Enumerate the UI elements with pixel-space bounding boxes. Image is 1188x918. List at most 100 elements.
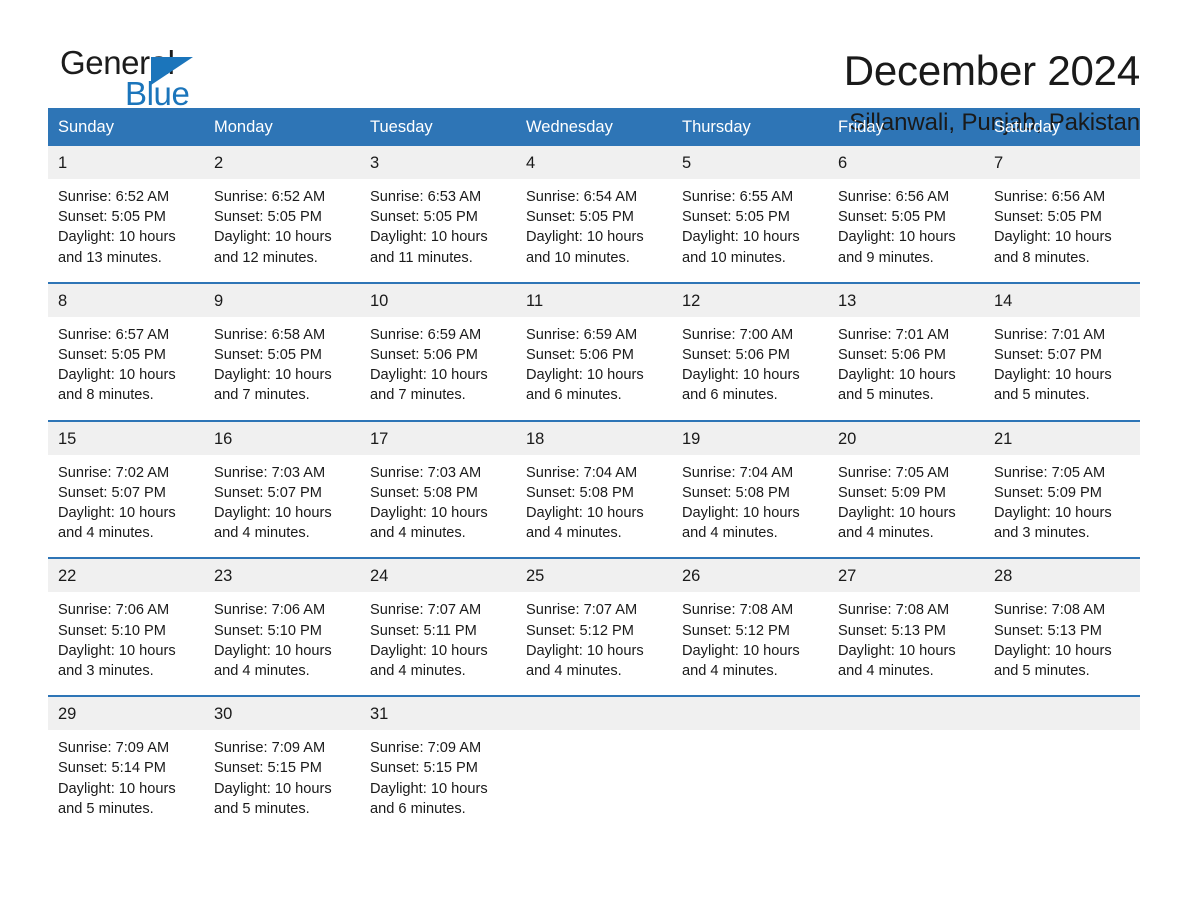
sunset-text: Sunset: 5:07 PM [58, 484, 166, 501]
day-details: Sunrise: 7:05 AM Sunset: 5:09 PM Daylight:… [828, 455, 984, 558]
daylight-text-line2: and 8 minutes. [994, 249, 1090, 266]
daylight-text-line1: Daylight: 10 hours [370, 367, 488, 384]
day-number: 16 [204, 421, 360, 455]
daylight-text-line1: Daylight: 10 hours [682, 367, 800, 384]
daylight-text-line1: Daylight: 10 hours [214, 505, 332, 522]
daylight-text-line1: Daylight: 10 hours [58, 367, 176, 384]
day-cell[interactable]: 25 Sunrise: 7:07 AM Sunset: 5:12 PM Dayligh… [516, 557, 672, 697]
location-subtitle: Sillanwali, Punjab, Pakistan [849, 109, 1140, 136]
day-number: 27 [828, 559, 984, 593]
sunrise-text: Sunrise: 7:04 AM [682, 464, 794, 481]
page-header: General Blue December 2024 Sillanwali, P… [48, 0, 1140, 136]
day-number: 7 [984, 146, 1140, 179]
daylight-text-line1: Daylight: 10 hours [526, 505, 644, 522]
day-cell[interactable]: 1 Sunrise: 6:52 AM Sunset: 5:05 PM Daylight… [48, 146, 204, 283]
daylight-text-line2: and 5 minutes. [214, 800, 310, 817]
sunset-text: Sunset: 5:05 PM [58, 209, 166, 226]
day-cell[interactable]: 18 Sunrise: 7:04 AM Sunset: 5:08 PM Dayligh… [516, 419, 672, 559]
day-cell[interactable]: 3 Sunrise: 6:53 AM Sunset: 5:05 PM Daylight… [360, 146, 516, 283]
daylight-text-line2: and 10 minutes. [526, 249, 630, 266]
day-cell[interactable]: 22 Sunrise: 7:06 AM Sunset: 5:10 PM Dayligh… [48, 557, 204, 697]
daylight-text-line2: and 4 minutes. [58, 525, 154, 542]
day-cell[interactable]: 31 Sunrise: 7:09 AM Sunset: 5:15 PM Dayligh… [360, 695, 516, 834]
day-cell[interactable]: 6 Sunrise: 6:56 AM Sunset: 5:05 PM Daylight… [828, 146, 984, 283]
day-cell[interactable]: 19 Sunrise: 7:04 AM Sunset: 5:08 PM Dayligh… [672, 419, 828, 559]
daylight-text-line2: and 3 minutes. [994, 525, 1090, 542]
daylight-text-line1: Daylight: 10 hours [214, 780, 332, 797]
sunrise-text: Sunrise: 7:09 AM [58, 740, 170, 757]
day-number: 9 [204, 283, 360, 317]
day-cell[interactable]: 21 Sunrise: 7:05 AM Sunset: 5:09 PM Dayligh… [984, 419, 1140, 559]
daylight-text-line2: and 11 minutes. [370, 249, 473, 266]
day-number: 4 [516, 146, 672, 179]
day-cell-empty [828, 695, 984, 834]
sunrise-text: Sunrise: 7:07 AM [526, 602, 638, 619]
sunset-text: Sunset: 5:13 PM [838, 622, 946, 639]
day-cell[interactable]: 28 Sunrise: 7:08 AM Sunset: 5:13 PM Dayligh… [984, 557, 1140, 697]
sunrise-text: Sunrise: 6:58 AM [214, 326, 326, 343]
calendar-page: General Blue December 2024 Sillanwali, P… [0, 0, 1188, 918]
daylight-text-line2: and 5 minutes. [994, 387, 1090, 404]
day-cell[interactable]: 30 Sunrise: 7:09 AM Sunset: 5:15 PM Dayligh… [204, 695, 360, 834]
sunset-text: Sunset: 5:06 PM [682, 347, 790, 364]
sunset-text: Sunset: 5:05 PM [526, 209, 634, 226]
calendar-week-row: 29 Sunrise: 7:09 AM Sunset: 5:14 PM Dayligh… [48, 695, 1140, 834]
daylight-text-line2: and 5 minutes. [838, 387, 934, 404]
day-number: 10 [360, 283, 516, 317]
daylight-text-line2: and 3 minutes. [58, 663, 154, 680]
daylight-text-line1: Daylight: 10 hours [838, 505, 956, 522]
day-number: 12 [672, 283, 828, 317]
day-cell[interactable]: 9 Sunrise: 6:58 AM Sunset: 5:05 PM Daylight… [204, 281, 360, 421]
sunset-text: Sunset: 5:10 PM [214, 622, 322, 639]
daylight-text-line1: Daylight: 10 hours [994, 642, 1112, 659]
day-details [672, 730, 828, 818]
day-cell[interactable]: 12 Sunrise: 7:00 AM Sunset: 5:06 PM Dayligh… [672, 281, 828, 421]
day-cell[interactable]: 10 Sunrise: 6:59 AM Sunset: 5:06 PM Dayligh… [360, 281, 516, 421]
daylight-text-line1: Daylight: 10 hours [58, 229, 176, 246]
day-cell[interactable]: 14 Sunrise: 7:01 AM Sunset: 5:07 PM Dayligh… [984, 281, 1140, 421]
day-number: 21 [984, 421, 1140, 455]
day-cell[interactable]: 4 Sunrise: 6:54 AM Sunset: 5:05 PM Daylight… [516, 146, 672, 283]
sunset-text: Sunset: 5:11 PM [370, 622, 477, 639]
day-cell-empty [672, 695, 828, 834]
day-cell[interactable]: 26 Sunrise: 7:08 AM Sunset: 5:12 PM Dayligh… [672, 557, 828, 697]
day-cell[interactable]: 7 Sunrise: 6:56 AM Sunset: 5:05 PM Daylight… [984, 146, 1140, 283]
day-cell[interactable]: 24 Sunrise: 7:07 AM Sunset: 5:11 PM Dayligh… [360, 557, 516, 697]
day-details: Sunrise: 7:07 AM Sunset: 5:12 PM Daylight:… [516, 592, 672, 695]
day-cell[interactable]: 11 Sunrise: 6:59 AM Sunset: 5:06 PM Dayligh… [516, 281, 672, 421]
sunrise-text: Sunrise: 7:07 AM [370, 602, 482, 619]
day-details: Sunrise: 7:08 AM Sunset: 5:13 PM Daylight:… [828, 592, 984, 695]
sunrise-text: Sunrise: 6:52 AM [58, 189, 170, 205]
day-cell[interactable]: 13 Sunrise: 7:01 AM Sunset: 5:06 PM Dayligh… [828, 281, 984, 421]
daylight-text-line2: and 4 minutes. [370, 663, 466, 680]
sunrise-text: Sunrise: 7:05 AM [838, 464, 950, 481]
day-cell[interactable]: 5 Sunrise: 6:55 AM Sunset: 5:05 PM Daylight… [672, 146, 828, 283]
daylight-text-line2: and 6 minutes. [682, 387, 778, 404]
daylight-text-line2: and 4 minutes. [214, 525, 310, 542]
day-cell[interactable]: 2 Sunrise: 6:52 AM Sunset: 5:05 PM Daylight… [204, 146, 360, 283]
day-number: 3 [360, 146, 516, 179]
day-cell[interactable]: 29 Sunrise: 7:09 AM Sunset: 5:14 PM Dayligh… [48, 695, 204, 834]
day-cell[interactable]: 20 Sunrise: 7:05 AM Sunset: 5:09 PM Dayligh… [828, 419, 984, 559]
sunset-text: Sunset: 5:08 PM [370, 484, 478, 501]
day-number: 22 [48, 559, 204, 593]
day-cell[interactable]: 8 Sunrise: 6:57 AM Sunset: 5:05 PM Daylight… [48, 281, 204, 421]
day-cell[interactable]: 15 Sunrise: 7:02 AM Sunset: 5:07 PM Dayligh… [48, 419, 204, 559]
sunrise-text: Sunrise: 6:55 AM [682, 189, 794, 205]
sunrise-text: Sunrise: 6:59 AM [526, 326, 638, 343]
day-cell[interactable]: 23 Sunrise: 7:06 AM Sunset: 5:10 PM Dayligh… [204, 557, 360, 697]
day-cell[interactable]: 16 Sunrise: 7:03 AM Sunset: 5:07 PM Dayligh… [204, 419, 360, 559]
day-number: 8 [48, 283, 204, 317]
day-details: Sunrise: 7:03 AM Sunset: 5:08 PM Daylight:… [360, 455, 516, 558]
day-cell[interactable]: 17 Sunrise: 7:03 AM Sunset: 5:08 PM Dayligh… [360, 419, 516, 559]
sunset-text: Sunset: 5:05 PM [838, 209, 946, 226]
day-details: Sunrise: 7:02 AM Sunset: 5:07 PM Daylight:… [48, 455, 204, 558]
daylight-text-line2: and 6 minutes. [526, 387, 622, 404]
day-number: 17 [360, 421, 516, 455]
sunrise-text: Sunrise: 7:02 AM [58, 464, 170, 481]
day-cell[interactable]: 27 Sunrise: 7:08 AM Sunset: 5:13 PM Dayligh… [828, 557, 984, 697]
day-details: Sunrise: 6:56 AM Sunset: 5:05 PM Daylight:… [984, 179, 1140, 282]
daylight-text-line1: Daylight: 10 hours [526, 367, 644, 384]
sunset-text: Sunset: 5:12 PM [682, 622, 790, 639]
calendar-week-row: 1 Sunrise: 6:52 AM Sunset: 5:05 PM Daylight… [48, 146, 1140, 283]
